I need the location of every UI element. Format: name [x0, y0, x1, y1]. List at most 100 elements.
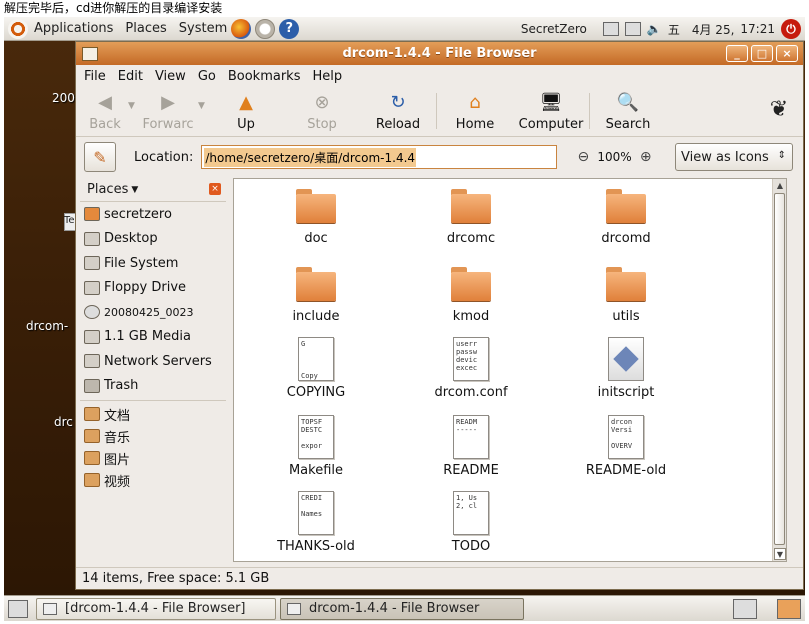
- scroll-down-icon[interactable]: ▼: [774, 548, 786, 560]
- forward-history-chevron-icon[interactable]: ▼: [198, 87, 208, 111]
- forward-button[interactable]: ▶ Forwarc: [138, 87, 198, 135]
- sidebar-splitter[interactable]: [226, 178, 230, 562]
- menu-system[interactable]: System: [179, 21, 227, 36]
- show-desktop-icon[interactable]: [8, 599, 28, 618]
- help-icon[interactable]: ?: [279, 18, 300, 39]
- sidebar-item-floppy-drive[interactable]: Floppy Drive: [80, 276, 226, 301]
- text-file-icon: CREDI Names: [298, 491, 334, 535]
- floppy-icon: [84, 280, 100, 295]
- mail-icon[interactable]: [255, 18, 276, 39]
- zoom-in-icon[interactable]: ⊕: [636, 147, 656, 167]
- search-button[interactable]: 🔍 Search: [590, 87, 666, 135]
- scroll-up-icon[interactable]: ▲: [774, 180, 786, 192]
- cdrom-icon: [84, 305, 100, 320]
- view-mode-label: View as Icons: [681, 149, 769, 165]
- bookmark-pictures[interactable]: 图片: [80, 447, 226, 469]
- toolbar: ◀ Back ▼ ▶ Forwarc ▼ ▲ Up ⊗ Stop ↻ Reloa…: [76, 87, 803, 137]
- folder-icon: [294, 265, 338, 303]
- file-item[interactable]: TOPSF DESTC expor Makefile: [256, 415, 376, 478]
- location-input[interactable]: /home/secretzero/桌面/drcom-1.4.4: [201, 145, 558, 169]
- folder-item[interactable]: doc: [256, 187, 376, 246]
- firefox-icon[interactable]: [231, 18, 252, 39]
- arrow-up-icon: ▲: [239, 91, 253, 113]
- reload-button[interactable]: ↻ Reload: [360, 87, 436, 135]
- clock-time[interactable]: 17:21: [740, 22, 775, 36]
- task-button[interactable]: [drcom-1.4.4 - File Browser]: [36, 597, 276, 620]
- trash-applet-icon[interactable]: [777, 598, 801, 619]
- menu-edit[interactable]: Edit: [118, 69, 143, 84]
- close-sidebar-icon[interactable]: ×: [209, 183, 221, 195]
- sidebar-item-trash[interactable]: Trash: [80, 374, 226, 399]
- sidebar-item-secretzero[interactable]: secretzero: [80, 202, 226, 227]
- stop-button[interactable]: ⊗ Stop: [284, 87, 360, 135]
- file-item[interactable]: 1, Us 2, cl TODO: [411, 491, 531, 554]
- folder-item[interactable]: kmod: [411, 265, 531, 324]
- menu-bookmarks[interactable]: Bookmarks: [228, 69, 301, 84]
- menu-view[interactable]: View: [155, 69, 186, 84]
- volume-icon[interactable]: 🔈: [647, 22, 662, 36]
- workspace-switcher-icon[interactable]: [733, 598, 757, 619]
- bookmark-videos[interactable]: 视频: [80, 469, 226, 491]
- file-item[interactable]: READM ----- README: [411, 415, 531, 478]
- bookmark-documents[interactable]: 文档: [80, 403, 226, 425]
- keyboard-icon[interactable]: [602, 22, 619, 36]
- ubuntu-logo-icon[interactable]: [8, 18, 28, 39]
- computer-button[interactable]: 🖥 Computer: [513, 87, 589, 135]
- network-icon[interactable]: [624, 22, 641, 36]
- file-name: drcomc: [446, 231, 496, 246]
- places-header[interactable]: Places ▼ ×: [80, 178, 226, 202]
- menu-applications[interactable]: Applications: [34, 21, 113, 36]
- bookmark-music[interactable]: 音乐: [80, 425, 226, 447]
- sidebar-item-network-servers[interactable]: Network Servers: [80, 349, 226, 374]
- arrow-left-icon: ◀: [98, 91, 112, 113]
- sidebar-item-desktop[interactable]: Desktop: [80, 227, 226, 252]
- desktop-label[interactable]: drc: [54, 415, 73, 429]
- computer-label: Computer: [518, 117, 584, 132]
- file-item[interactable]: userr passw devic excec drcom.conf: [411, 337, 531, 400]
- folder-icon: [604, 187, 648, 225]
- menu-file[interactable]: File: [84, 69, 106, 84]
- menu-help[interactable]: Help: [312, 69, 342, 84]
- folder-item[interactable]: drcomc: [411, 187, 531, 246]
- desktop-label[interactable]: Te: [64, 215, 75, 226]
- user-name[interactable]: SecretZero: [521, 22, 587, 36]
- home-button[interactable]: ⌂ Home: [437, 87, 513, 135]
- folder-item[interactable]: utils: [566, 265, 686, 324]
- window-title: drcom-1.4.4 - File Browser: [342, 46, 537, 61]
- menu-places[interactable]: Places: [125, 21, 166, 36]
- file-item[interactable]: G Copy COPYING: [256, 337, 376, 400]
- search-icon: 🔍: [616, 91, 640, 113]
- window-titlebar[interactable]: drcom-1.4.4 - File Browser _ □ ×: [76, 42, 803, 65]
- sidebar-item-cdrom[interactable]: 20080425_0023: [80, 300, 226, 325]
- zoom-out-icon[interactable]: ⊖: [573, 147, 593, 167]
- sidebar-item-media[interactable]: 1.1 GB Media: [80, 325, 226, 350]
- file-item[interactable]: initscript: [566, 337, 686, 400]
- file-item[interactable]: drcon Versi OVERV README-old: [566, 415, 686, 478]
- clock-date[interactable]: 4月 25,: [692, 21, 735, 38]
- menu-go[interactable]: Go: [198, 69, 216, 84]
- view-mode-select[interactable]: View as Icons ⇕: [675, 143, 793, 171]
- file-item[interactable]: CREDI Names THANKS-old: [256, 491, 376, 554]
- sidebar-item-label: Trash: [104, 378, 139, 394]
- scrollbar-thumb[interactable]: [774, 193, 785, 545]
- task-button-active[interactable]: drcom-1.4.4 - File Browser: [280, 597, 524, 620]
- desktop-label[interactable]: drcom-: [26, 319, 68, 333]
- file-icon-view[interactable]: ▲ ▼ doc drcomc drcomd include kmod utils G Cop…: [233, 178, 787, 562]
- minimize-button[interactable]: _: [726, 45, 748, 62]
- folder-item[interactable]: drcomd: [566, 187, 686, 246]
- maximize-button[interactable]: □: [751, 45, 773, 62]
- folder-item[interactable]: include: [256, 265, 376, 324]
- back-button[interactable]: ◀ Back: [82, 87, 128, 135]
- power-icon[interactable]: ⏻: [781, 19, 801, 39]
- up-button[interactable]: ▲ Up: [208, 87, 284, 135]
- pencil-icon: ✎: [93, 147, 107, 167]
- forward-label: Forwarc: [142, 117, 194, 132]
- location-edit-toggle-button[interactable]: ✎: [84, 142, 116, 172]
- zoom-level[interactable]: 100%: [597, 150, 631, 164]
- sidebar-item-file-system[interactable]: File System: [80, 251, 226, 276]
- vertical-scrollbar[interactable]: ▲ ▼: [772, 179, 786, 561]
- network-icon: [84, 354, 100, 369]
- clock-day[interactable]: 五: [668, 21, 680, 38]
- back-history-chevron-icon[interactable]: ▼: [128, 87, 138, 111]
- close-button[interactable]: ×: [776, 45, 798, 62]
